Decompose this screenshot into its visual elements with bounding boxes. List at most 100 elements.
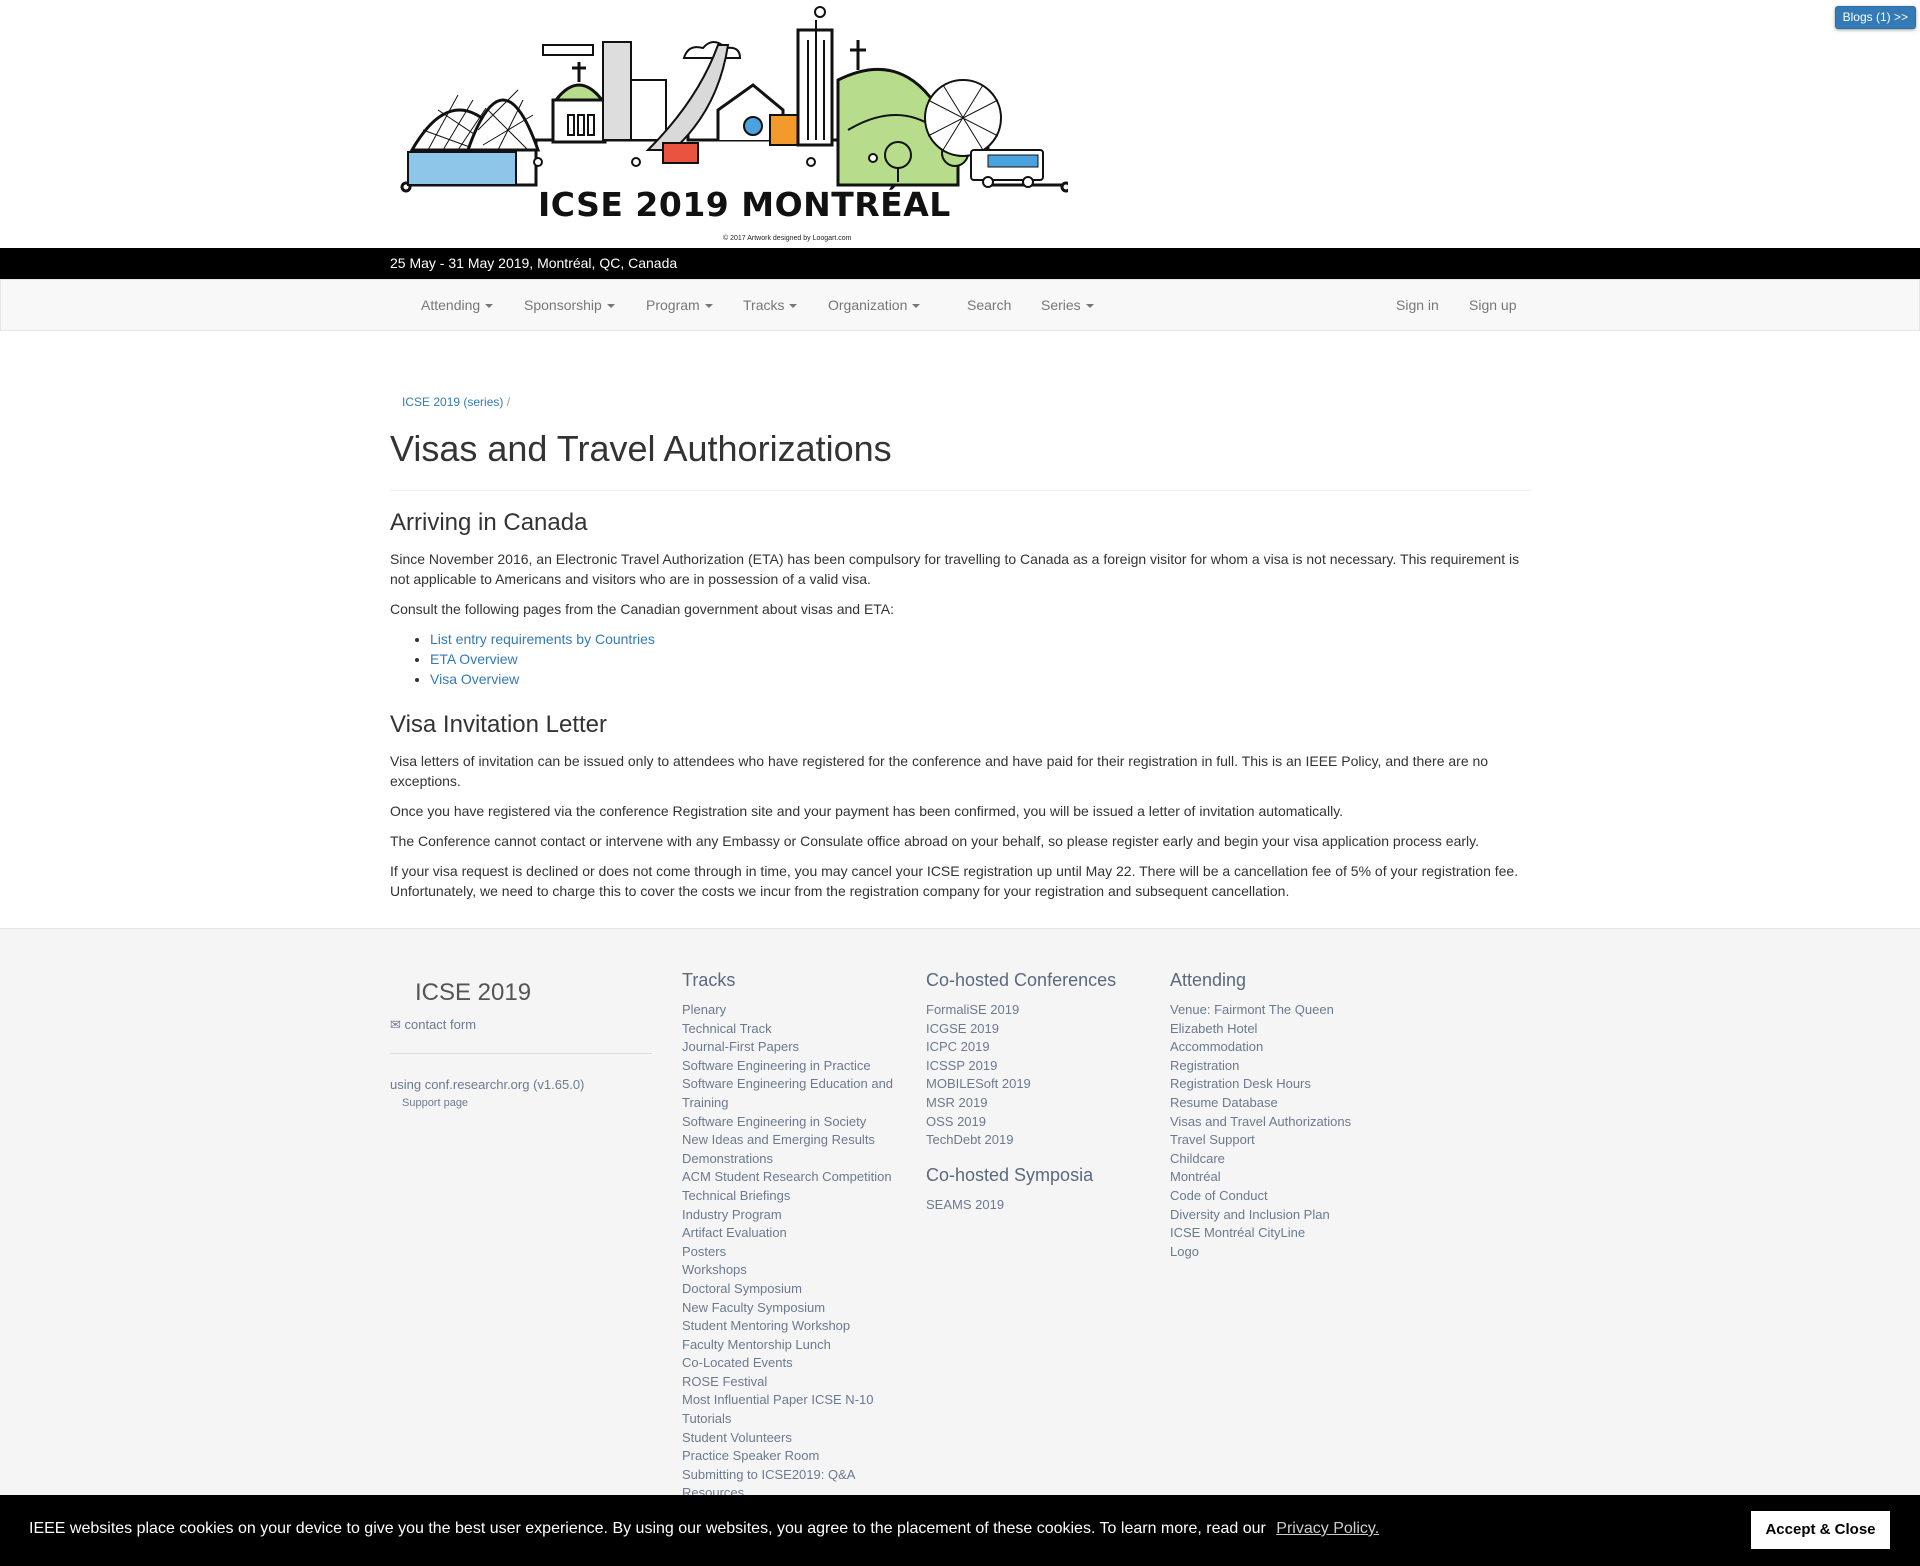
link-entry-requirements[interactable]: List entry requirements by Countries xyxy=(430,631,655,647)
sign-in-link[interactable]: Sign in xyxy=(1396,297,1439,313)
nav-series[interactable]: Series xyxy=(1041,297,1094,313)
footer-link[interactable]: Co-Located Events xyxy=(682,1354,912,1373)
nav-search[interactable]: Search xyxy=(967,297,1011,313)
main-content: Arriving in Canada Since November 2016, … xyxy=(390,507,1531,911)
nav-program[interactable]: Program xyxy=(646,297,713,313)
footer-link[interactable]: Logo xyxy=(1170,1243,1360,1262)
footer-link[interactable]: Diversity and Inclusion Plan xyxy=(1170,1206,1360,1225)
footer-link[interactable]: FormaliSE 2019 xyxy=(926,1001,1156,1020)
list-item: List entry requirements by Countries xyxy=(430,629,1531,649)
privacy-policy-link[interactable]: Privacy Policy. xyxy=(1276,1520,1379,1537)
footer-link[interactable]: ROSE Festival xyxy=(682,1373,912,1392)
footer-link[interactable]: Software Engineering in Society xyxy=(682,1113,912,1132)
paragraph: Since November 2016, an Electronic Trave… xyxy=(390,551,1520,587)
footer-link[interactable]: Software Engineering in Practice xyxy=(682,1057,912,1076)
cookie-banner: IEEE websites place cookies on your devi… xyxy=(0,1495,1920,1566)
logo-credit: © 2017 Artwork designed by Loogart.com xyxy=(723,235,852,242)
footer-tracks-list: Plenary Technical Track Journal-First Pape… xyxy=(682,1001,912,1503)
footer-link[interactable]: Technical Briefings xyxy=(682,1187,912,1206)
footer-link[interactable]: Doctoral Symposium xyxy=(682,1280,912,1299)
cookie-message: IEEE websites place cookies on your devi… xyxy=(29,1520,1379,1538)
footer-link[interactable]: ICSSP 2019 xyxy=(926,1057,1156,1076)
footer-link[interactable]: ICSE Montréal CityLine xyxy=(1170,1224,1360,1243)
footer-tracks-column: Tracks Plenary Technical Track Journal-Fir… xyxy=(682,967,912,1503)
footer-link[interactable]: New Faculty Symposium xyxy=(682,1299,912,1318)
section-heading-invitation: Visa Invitation Letter xyxy=(390,711,608,738)
caret-down-icon xyxy=(912,304,921,309)
footer-link[interactable]: Student Mentoring Workshop xyxy=(682,1317,912,1336)
footer-brand[interactable]: ICSE 2019 xyxy=(415,979,531,1007)
footer-link[interactable]: Resume Database xyxy=(1170,1094,1360,1113)
footer-link[interactable]: ICPC 2019 xyxy=(926,1038,1156,1057)
site-banner: ICSE 2019 MONTRÉAL © 2017 Artwork design… xyxy=(0,0,1920,248)
nav-organization[interactable]: Organization xyxy=(828,297,921,313)
footer-link[interactable]: OSS 2019 xyxy=(926,1113,1156,1132)
footer-link[interactable]: Code of Conduct xyxy=(1170,1187,1360,1206)
date-location-bar: 25 May - 31 May 2019, Montréal, QC, Cana… xyxy=(0,248,1920,279)
footer-link[interactable]: Demonstrations xyxy=(682,1150,912,1169)
footer-link[interactable]: Industry Program xyxy=(682,1206,912,1225)
paragraph: Consult the following pages from the Can… xyxy=(390,601,895,617)
link-eta-overview[interactable]: ETA Overview xyxy=(430,651,518,667)
list-item: ETA Overview xyxy=(430,649,1531,669)
breadcrumb: ICSE 2019 (series) / xyxy=(402,395,510,409)
footer-cohosted-column: Co-hosted Conferences FormaliSE 2019 ICGS… xyxy=(926,967,1156,1214)
section-heading-arriving: Arriving in Canada xyxy=(390,509,588,536)
footer-link[interactable]: Practice Speaker Room xyxy=(682,1447,912,1466)
footer-link[interactable]: Registration Desk Hours xyxy=(1170,1075,1360,1094)
footer-tracks-heading: Tracks xyxy=(682,970,736,990)
footer-link[interactable]: MOBILESoft 2019 xyxy=(926,1075,1156,1094)
nav-tracks[interactable]: Tracks xyxy=(743,297,798,313)
footer-link[interactable]: Visas and Travel Authorizations xyxy=(1170,1113,1360,1132)
support-page-link[interactable]: Support page xyxy=(402,1097,468,1109)
footer-link[interactable]: Artifact Evaluation xyxy=(682,1224,912,1243)
footer-link[interactable]: Plenary xyxy=(682,1001,912,1020)
footer-divider xyxy=(390,1053,652,1054)
footer-link[interactable]: Workshops xyxy=(682,1261,912,1280)
footer-link[interactable]: New Ideas and Emerging Results xyxy=(682,1131,912,1150)
nav-sponsorship[interactable]: Sponsorship xyxy=(524,297,615,313)
footer-link[interactable]: Faculty Mentorship Lunch xyxy=(682,1336,912,1355)
caret-down-icon xyxy=(789,304,798,309)
blogs-button[interactable]: Blogs (1) >> xyxy=(1834,6,1916,29)
footer-link[interactable]: SEAMS 2019 xyxy=(926,1196,1156,1215)
contact-form-link[interactable]: ✉ contact form xyxy=(390,1017,476,1033)
footer-attending-column: Attending Venue: Fairmont The Queen Eliz… xyxy=(1170,967,1360,1261)
footer-attending-list: Venue: Fairmont The Queen Elizabeth Hote… xyxy=(1170,1001,1360,1261)
paragraph: The Conference cannot contact or interve… xyxy=(390,833,1479,849)
footer-link[interactable]: TechDebt 2019 xyxy=(926,1131,1156,1150)
footer-link[interactable]: Software Engineering Education and Train… xyxy=(682,1075,912,1112)
footer-link[interactable]: ICGSE 2019 xyxy=(926,1020,1156,1039)
footer-link[interactable]: Technical Track xyxy=(682,1020,912,1039)
footer-link[interactable]: Tutorials xyxy=(682,1410,912,1429)
caret-down-icon xyxy=(704,304,713,309)
footer-link[interactable]: Registration xyxy=(1170,1057,1360,1076)
footer-symposia-list: SEAMS 2019 xyxy=(926,1196,1156,1215)
link-visa-overview[interactable]: Visa Overview xyxy=(430,671,519,687)
footer-link[interactable]: Venue: Fairmont The Queen Elizabeth Hote… xyxy=(1170,1001,1360,1038)
sign-up-link[interactable]: Sign up xyxy=(1469,297,1516,313)
breadcrumb-series-link[interactable]: (series) xyxy=(463,395,503,409)
page-title: Visas and Travel Authorizations xyxy=(390,428,892,469)
nav-attending[interactable]: Attending xyxy=(421,297,494,313)
footer-link[interactable]: ACM Student Research Competition xyxy=(682,1168,912,1187)
breadcrumb-conf-link[interactable]: ICSE 2019 xyxy=(402,395,460,409)
footer-link[interactable]: Journal-First Papers xyxy=(682,1038,912,1057)
conference-logo[interactable]: ICSE 2019 MONTRÉAL © 2017 Artwork design… xyxy=(398,0,1072,248)
footer-link[interactable]: Accommodation xyxy=(1170,1038,1360,1057)
footer-link[interactable]: Posters xyxy=(682,1243,912,1262)
footer-link[interactable]: Montréal xyxy=(1170,1168,1360,1187)
footer-link[interactable]: MSR 2019 xyxy=(926,1094,1156,1113)
site-footer: ICSE 2019 ✉ contact form using conf.rese… xyxy=(0,928,1920,1566)
footer-link[interactable]: Most Influential Paper ICSE N-10 xyxy=(682,1391,912,1410)
caret-down-icon xyxy=(606,304,615,309)
paragraph: Visa letters of invitation can be issued… xyxy=(390,753,1489,789)
footer-link[interactable]: Childcare xyxy=(1170,1150,1360,1169)
footer-link[interactable]: Travel Support xyxy=(1170,1131,1360,1150)
footer-link[interactable]: Submitting to ICSE2019: Q&A xyxy=(682,1466,912,1485)
footer-link[interactable]: Student Volunteers xyxy=(682,1429,912,1448)
accept-close-button[interactable]: Accept & Close xyxy=(1751,1511,1890,1549)
title-divider xyxy=(390,490,1531,491)
footer-attending-heading: Attending xyxy=(1170,970,1247,990)
using-researchr-text: using conf.researchr.org (v1.65.0) xyxy=(390,1077,585,1092)
